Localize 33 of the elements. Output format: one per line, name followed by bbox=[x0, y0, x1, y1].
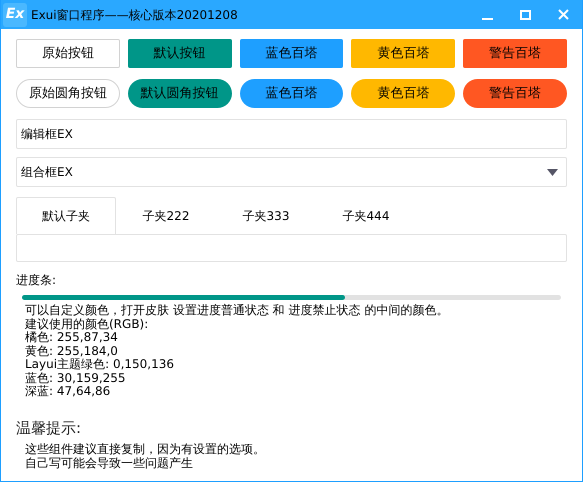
description-line: 黄色: 255,184,0 bbox=[25, 344, 119, 358]
button[interactable]: 默认按钮 bbox=[128, 39, 232, 68]
tip-line: 自己写可能会导致一些问题产生 bbox=[25, 456, 194, 470]
button[interactable]: 警告百塔 bbox=[463, 79, 567, 108]
description-line: Layui主题绿色: 0,150,136 bbox=[25, 358, 176, 372]
description-line: 深蓝: 47,64,86 bbox=[25, 385, 112, 398]
description-line: 可以自定义颜色，打开皮肤 设置进度普通状态 和 进度禁止状态 的中间的颜色。 bbox=[25, 304, 450, 318]
button[interactable]: 蓝色百塔 bbox=[240, 79, 344, 108]
app-logo: Ex bbox=[3, 2, 27, 26]
description-line: 建议使用的颜色(RGB): bbox=[25, 318, 150, 331]
dropdown-arrow-icon bbox=[547, 168, 558, 176]
edit-field[interactable]: 编辑框EX bbox=[16, 119, 567, 149]
tip-heading: 温馨提示: bbox=[16, 418, 82, 438]
close-icon[interactable] bbox=[558, 9, 568, 20]
tab[interactable]: 子夹444 bbox=[316, 197, 416, 234]
button[interactable]: 默认圆角按钮 bbox=[128, 79, 232, 108]
button[interactable]: 原始圆角按钮 bbox=[16, 79, 120, 108]
combo-value: 组合框EX bbox=[21, 164, 73, 181]
tip-line: 这些组件建议直接复制，因为有设置的选项。 bbox=[25, 443, 266, 456]
tab[interactable]: 子夹333 bbox=[216, 197, 316, 234]
progress-label: 进度条: bbox=[16, 272, 58, 289]
button[interactable]: 警告百塔 bbox=[463, 39, 567, 68]
tab[interactable]: 子夹222 bbox=[116, 197, 216, 234]
window-title: Exui窗口程序——核心版本20201208 bbox=[31, 6, 239, 24]
maximize-icon[interactable] bbox=[520, 10, 530, 20]
tab[interactable]: 默认子夹 bbox=[16, 197, 116, 234]
button[interactable]: 黄色百塔 bbox=[351, 39, 456, 68]
button[interactable]: 蓝色百塔 bbox=[240, 39, 344, 68]
button[interactable]: 原始按钮 bbox=[16, 39, 120, 68]
combo-box[interactable]: 组合框EX bbox=[16, 157, 567, 187]
description-line: 橘色: 255,87,34 bbox=[25, 331, 119, 344]
description-line: 蓝色: 30,159,255 bbox=[25, 372, 127, 385]
button[interactable]: 黄色百塔 bbox=[351, 79, 456, 108]
